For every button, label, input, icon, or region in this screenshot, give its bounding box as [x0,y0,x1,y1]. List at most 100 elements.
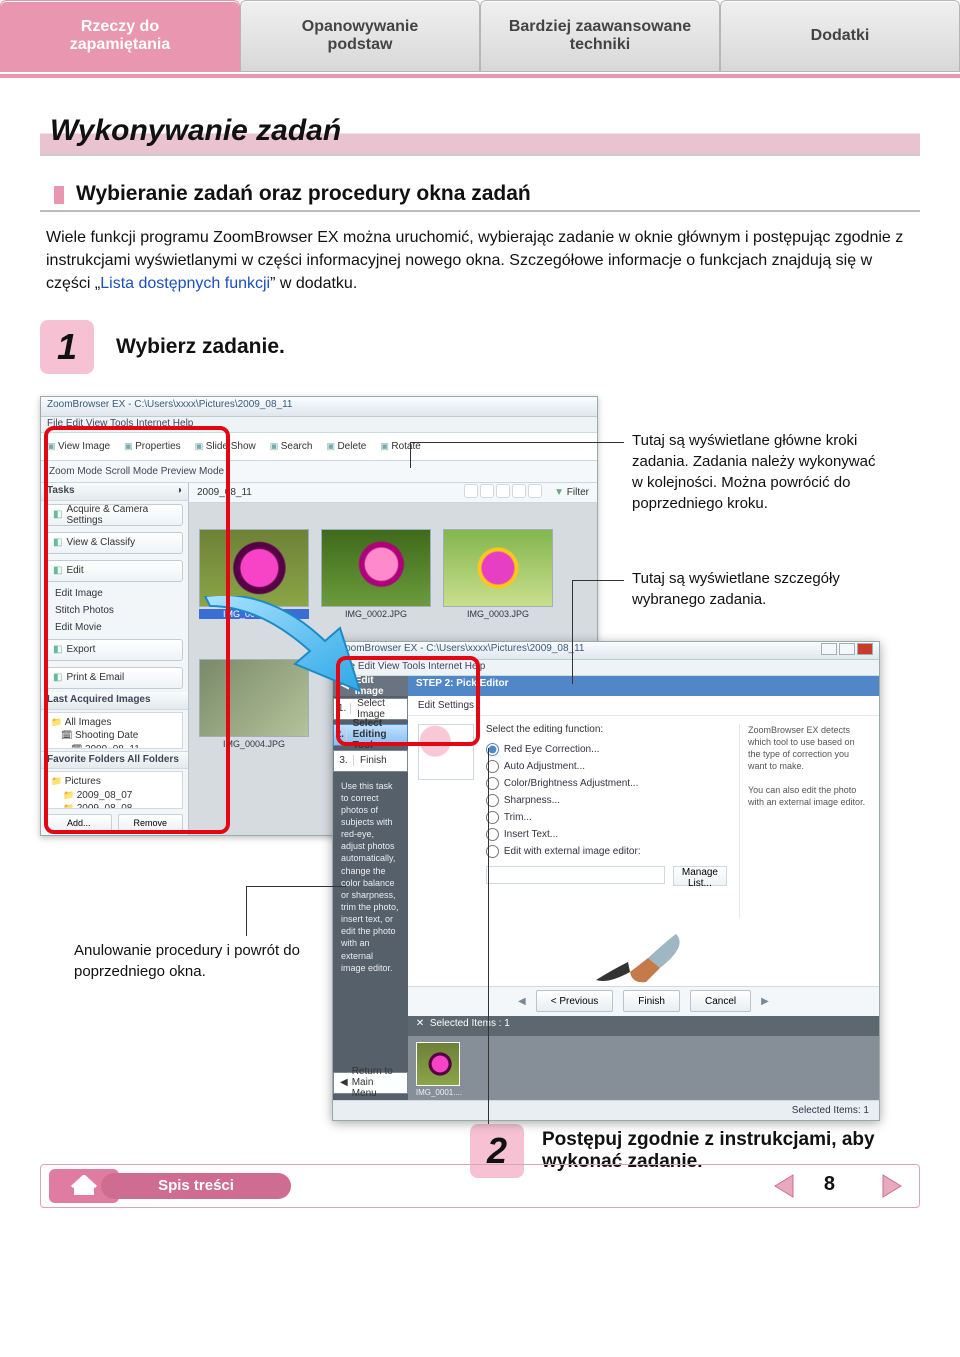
link-lista-funkcji[interactable]: Lista dostępnych funkcji [100,275,270,292]
step-select-tool[interactable]: 2.Select Editing Tool [333,724,408,746]
task-acquire[interactable]: Acquire & Camera Settings [46,504,183,526]
tab-rzeczy[interactable]: Rzeczy dozapamiętania [0,0,240,72]
tab-dodatki[interactable]: Dodatki [720,0,960,72]
fav-header[interactable]: Favorite Folders All Folders [41,751,188,769]
tree-all-images[interactable]: All Images [51,716,178,730]
close-icon[interactable]: ✕ [416,1018,424,1029]
fav-pictures[interactable]: Pictures [51,775,178,789]
step-header: STEP 2: Pick Editor [408,676,879,696]
task-edit-movie[interactable]: Edit Movie [41,619,188,636]
scroll-right-icon[interactable]: ▶ [761,996,769,1007]
tb-slideshow[interactable]: Slide Show [195,441,256,452]
task-edit[interactable]: Edit [46,560,183,582]
collapse-icon[interactable]: ◑ [176,485,182,498]
opt-auto[interactable]: Auto Adjustment... [486,758,727,775]
prev-icon [769,1171,799,1201]
wizard-nav: ◀ < Previous Finish Cancel ▶ [408,986,879,1016]
task-stitch[interactable]: Stitch Photos [41,602,188,619]
fav-date-2[interactable]: 2009_08_08 [51,802,178,809]
selected-thumb[interactable] [416,1042,460,1086]
intro-text-b: ” w dodatku. [270,275,357,292]
mode-labels[interactable]: Zoom Mode Scroll Mode Preview Mode [49,466,224,477]
step-1-label: Wybierz zadanie. [116,335,285,359]
callout-mid: Tutaj są wyświetlane szczegóły wybranego… [632,568,884,610]
opt-insert-text[interactable]: Insert Text... [486,826,727,843]
step-1-row: 1 Wybierz zadanie. [40,320,920,374]
task-print-email[interactable]: Print & Email [46,667,183,689]
tb-search[interactable]: Search [270,441,313,452]
tasks-header: Tasks ◑ [41,483,188,501]
toc-button[interactable]: Spis treści [101,1173,291,1199]
prev-page-button[interactable] [769,1171,799,1201]
section-title: Wybieranie zadań oraz procedury okna zad… [40,178,920,212]
opt-redeye[interactable]: Red Eye Correction... [486,741,727,758]
thumb-caption: IMG_0003.JPG [443,609,553,619]
opt-sharpness[interactable]: Sharpness... [486,792,727,809]
tree-shooting-date[interactable]: Shooting Date [51,729,178,743]
callout-top: Tutaj są wyświetlane główne kroki zadani… [632,430,884,514]
tab-label: Opanowywanie [302,18,418,35]
top-tabs: Rzeczy dozapamiętania Opanowywaniepodsta… [0,0,960,78]
task-edit-image[interactable]: Edit Image [41,585,188,602]
external-editor-field[interactable] [486,866,665,884]
manage-list-button[interactable]: Manage List... [673,866,727,886]
window-title: ZoomBrowser EX - C:\Users\xxxx\Pictures\… [41,397,597,417]
opt-label: Edit with external image editor: [504,846,641,857]
task-export[interactable]: Export [46,639,183,661]
opt-external[interactable]: Edit with external image editor: [486,843,727,860]
tb-view-image[interactable]: View Image [47,441,110,452]
remove-folder-button[interactable]: Remove [118,814,184,832]
step-finish[interactable]: 3.Finish [333,750,408,772]
opt-label: Color/Brightness Adjustment... [504,778,639,789]
edit-settings-label: Edit Settings [408,696,879,716]
menu-bar-b[interactable]: File Edit View Tools Internet Help [333,660,879,676]
selected-items-header: ✕ Selected Items : 1 [408,1016,879,1036]
previous-button[interactable]: < Previous [536,990,614,1012]
info-text-2: You can also edit the photo with an exte… [748,784,869,808]
select-function-label: Select the editing function: [486,724,727,735]
intro-paragraph: Wiele funkcji programu ZoomBrowser EX mo… [40,212,920,296]
status-bar: Selected Items: 1 [333,1100,879,1120]
thumb-image [443,529,553,607]
finish-button[interactable]: Finish [623,990,680,1012]
tb-delete[interactable]: Delete [326,441,366,452]
task-view-classify[interactable]: View & Classify [46,532,183,554]
cancel-button[interactable]: Cancel [690,990,751,1012]
main-toolbar: View Image Properties Slide Show Search … [41,433,597,461]
tb-properties[interactable]: Properties [124,441,181,452]
opt-trim[interactable]: Trim... [486,809,727,826]
step-num: 3. [334,755,354,766]
tab-podstawy[interactable]: Opanowywaniepodstaw [240,0,480,72]
window-title-b: ZoomBrowser EX - C:\Users\xxxx\Pictures\… [333,642,879,660]
task-step-sidebar: ◀Edit Image 1.Select Image 2.Select Edit… [333,676,408,1100]
opt-label: Auto Adjustment... [504,761,585,772]
zoom-controls[interactable] [464,484,544,501]
filter-button[interactable]: Filter [554,487,589,498]
tasks-sidebar: Tasks ◑ Acquire & Camera Settings View & … [41,483,189,835]
return-main-menu-button[interactable]: ◀Return to Main Menu [333,1072,408,1094]
add-folder-button[interactable]: Add... [46,814,112,832]
return-label: Return to Main Menu [352,1066,401,1099]
menu-bar[interactable]: File Edit View Tools Internet Help [41,417,597,433]
step-label: Select Editing Tool [347,718,407,751]
tab-label: Dodatki [811,27,870,44]
fav-date-1[interactable]: 2009_08_07 [51,789,178,803]
breadcrumb-path[interactable]: 2009_08_11 [197,487,252,498]
folder-tree[interactable]: All Images Shooting Date 2009_08_11 My C… [46,712,183,750]
tab-zaawansowane[interactable]: Bardziej zaawansowanetechniki [480,0,720,72]
scroll-left-icon[interactable]: ◀ [518,996,526,1007]
opt-label: Insert Text... [504,829,558,840]
tab-label: Rzeczy do [81,18,159,35]
window-buttons[interactable] [819,643,873,658]
tasks-header-label: Tasks [47,485,75,498]
next-page-button[interactable] [877,1171,907,1201]
zoombrowser-task-window: ZoomBrowser EX - C:\Users\xxxx\Pictures\… [332,641,880,1121]
opt-color[interactable]: Color/Brightness Adjustment... [486,775,727,792]
info-text-1: ZoomBrowser EX detects which tool to use… [748,724,869,773]
tree-date-folder[interactable]: 2009_08_11 [51,743,178,750]
step-label: Finish [354,755,387,766]
fav-tree[interactable]: Pictures 2009_08_07 2009_08_08 2009_08_0… [46,771,183,809]
page-footer: Spis treści 8 [40,1164,920,1208]
step-num: 2. [334,729,347,740]
thumb-3[interactable]: IMG_0003.JPG [443,529,553,619]
